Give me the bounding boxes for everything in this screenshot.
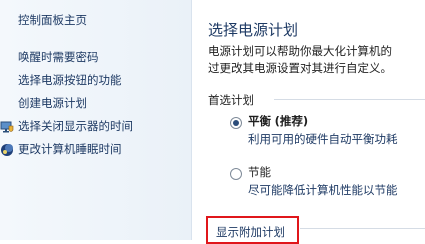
balanced-plan-label[interactable]: 平衡 (推荐) <box>248 113 308 129</box>
additional-plans-divider <box>300 228 425 229</box>
left-nav-pane: 控制面板主页 唤醒时需要密码 选择电源按钮的功能 创建电源计划 选择关闭显示器的… <box>0 0 191 240</box>
description-line-1: 电源计划可以帮助你最大化计算机的 <box>208 44 392 58</box>
moon-globe-icon <box>0 142 14 156</box>
section-divider <box>274 99 425 100</box>
require-password-on-wakeup-link[interactable]: 唤醒时需要密码 <box>18 49 99 65</box>
balanced-plan-name: 平衡 <box>248 114 271 128</box>
balanced-plan-recommended: (推荐) <box>274 114 309 128</box>
power-saver-plan-description: 尽可能降低计算机性能以节能 <box>248 183 398 197</box>
radio-selected-dot <box>233 120 239 126</box>
change-sleep-time-link[interactable]: 更改计算机睡眠时间 <box>18 141 122 157</box>
choose-display-off-time-link[interactable]: 选择关闭显示器的时间 <box>18 118 133 134</box>
main-content: 选择电源计划 电源计划可以帮助你最大化计算机的 过更改其电源设置对其进行自定义。… <box>192 0 425 240</box>
page-title: 选择电源计划 <box>208 21 299 39</box>
show-additional-plans-label: 显示附加计划 <box>216 225 285 239</box>
balanced-plan-radio[interactable] <box>230 117 242 129</box>
power-saver-plan-radio[interactable] <box>230 168 242 180</box>
control-panel-home-link[interactable]: 控制面板主页 <box>18 12 87 28</box>
balanced-plan-description: 利用可用的硬件自动平衡功耗 <box>248 132 398 146</box>
monitor-shield-icon <box>0 119 14 133</box>
description-line-2: 过更改其电源设置对其进行自定义。 <box>208 61 392 75</box>
create-power-plan-link[interactable]: 创建电源计划 <box>18 95 87 111</box>
preferred-plans-heading: 首选计划 <box>208 93 254 107</box>
power-saver-plan-label[interactable]: 节能 <box>248 164 271 180</box>
choose-power-button-action-link[interactable]: 选择电源按钮的功能 <box>18 72 122 88</box>
